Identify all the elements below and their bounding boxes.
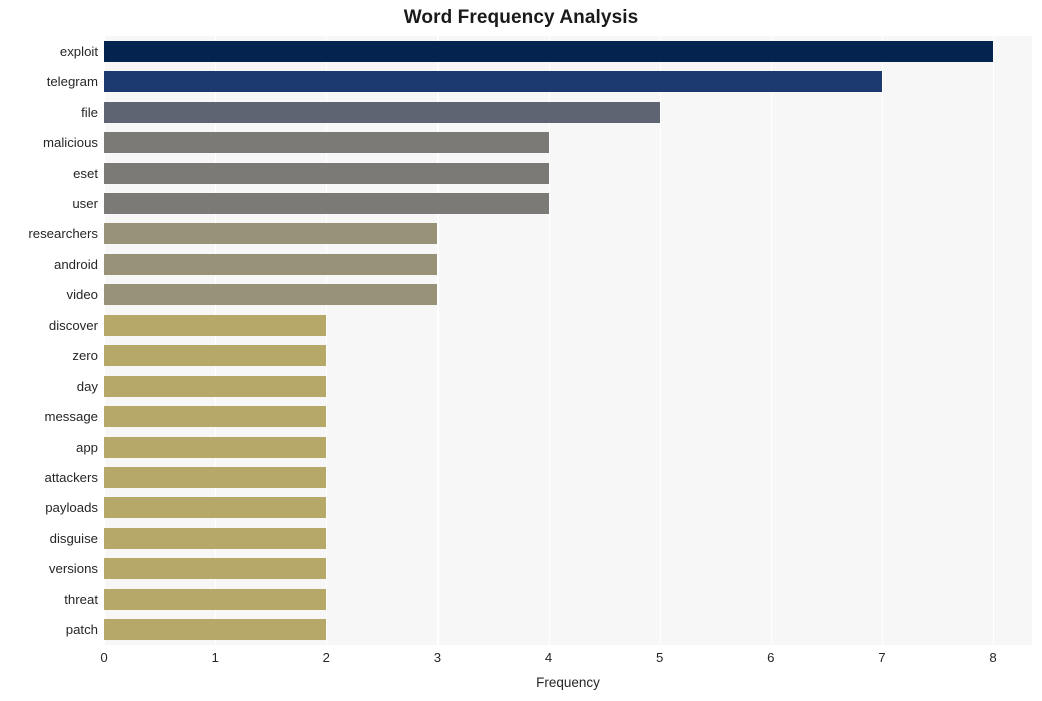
x-axis-tick-label: 4 <box>544 650 553 665</box>
y-axis-tick-label: file <box>81 104 98 120</box>
bar <box>104 284 438 306</box>
y-axis-tick-label: researchers <box>28 226 98 242</box>
y-axis-tick-label: exploit <box>59 43 98 59</box>
bar <box>104 436 327 458</box>
x-axis-tick-label: 1 <box>211 650 219 665</box>
bar <box>104 192 549 214</box>
y-axis-tick-label: patch <box>65 622 98 638</box>
y-axis-tick-label: android <box>54 256 98 272</box>
y-axis-tick-label: app <box>75 439 98 455</box>
chart-title: Word Frequency Analysis <box>403 7 639 28</box>
y-axis-tick-labels: exploit telegram file malicious eset user rese… <box>0 36 98 645</box>
bar <box>104 527 327 549</box>
bar <box>104 497 327 519</box>
y-axis-tick-label: attackers <box>44 470 98 486</box>
x-axis-tick-label: 3 <box>433 650 442 665</box>
bar <box>104 558 327 580</box>
bar <box>104 40 994 62</box>
bar <box>104 467 327 489</box>
bar <box>104 375 327 397</box>
x-axis-tick-label: 6 <box>767 650 775 665</box>
bar <box>104 406 327 428</box>
bar <box>104 132 549 154</box>
x-axis-tick-label: 0 <box>100 650 108 665</box>
bar <box>104 314 327 336</box>
x-axis-tick-label: 2 <box>322 650 330 665</box>
bar <box>104 101 660 123</box>
y-axis-tick-label: user <box>72 195 98 211</box>
word-frequency-chart: Word Frequency Analysis exploit telegram f… <box>0 0 1042 701</box>
bars-layer <box>104 36 1032 645</box>
bar <box>104 345 327 367</box>
y-axis-tick-label: day <box>76 378 98 394</box>
x-axis-tick-label: 7 <box>878 650 886 665</box>
x-axis-title: Frequency <box>536 675 600 690</box>
bar <box>104 223 438 245</box>
bar <box>104 619 327 641</box>
x-axis-tick-label: 8 <box>989 650 997 665</box>
y-axis-tick-label: telegram <box>46 74 98 90</box>
y-axis-tick-label: zero <box>72 348 98 364</box>
y-axis-tick-label: malicious <box>43 135 98 151</box>
y-axis-tick-label: threat <box>64 591 98 607</box>
x-axis-tick-labels: 0 1 2 3 4 5 6 7 8 <box>0 650 1042 672</box>
y-axis-tick-label: discover <box>48 317 98 333</box>
plot-area <box>104 36 1032 645</box>
bar <box>104 71 882 93</box>
y-axis-tick-label: disguise <box>49 530 98 546</box>
bar <box>104 588 327 610</box>
y-axis-tick-label: versions <box>48 561 98 577</box>
bar <box>104 253 438 275</box>
y-axis-tick-label: payloads <box>45 500 98 516</box>
y-axis-tick-label: message <box>44 409 98 425</box>
bar <box>104 162 549 184</box>
x-axis-tick-label: 5 <box>656 650 664 665</box>
y-axis-tick-label: eset <box>73 165 98 181</box>
y-axis-tick-label: video <box>66 287 98 303</box>
